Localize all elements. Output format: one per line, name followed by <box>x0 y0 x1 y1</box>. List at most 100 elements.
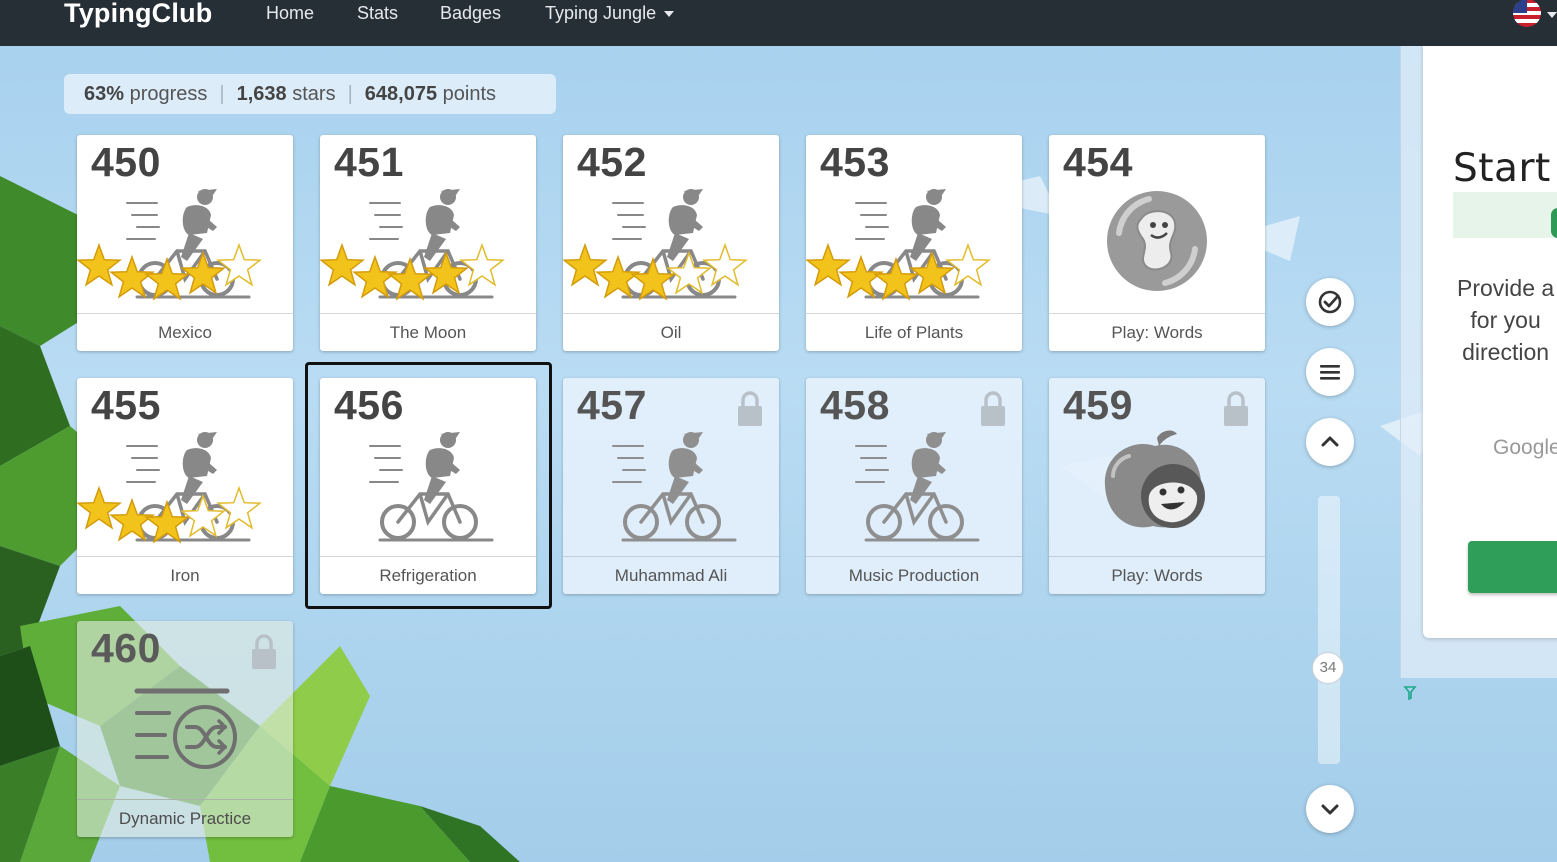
star-filled-icon <box>423 250 469 295</box>
menu-icon <box>1320 365 1340 380</box>
star-empty-icon <box>945 242 991 287</box>
lesson-card-locked[interactable]: 458 Music Production <box>806 378 1022 594</box>
lesson-art <box>320 426 536 556</box>
lesson-card[interactable]: 453 Life of Plants <box>806 135 1022 351</box>
points-value: 648,075 <box>364 83 438 105</box>
menu-button[interactable] <box>1306 348 1354 396</box>
divider: | <box>219 83 225 105</box>
lesson-card-locked[interactable]: 457 Muhammad Ali <box>563 378 779 594</box>
nav-typing-jungle[interactable]: Typing Jungle <box>545 3 675 24</box>
star-empty-icon <box>702 242 748 287</box>
scroll-thumb[interactable]: 34 <box>1312 652 1344 684</box>
lesson-card[interactable]: 451 The Moon <box>320 135 536 351</box>
star-empty-icon <box>216 485 262 530</box>
us-flag-icon[interactable] <box>1513 0 1541 27</box>
nav-badges[interactable]: Badges <box>440 3 501 24</box>
adchoices-icon[interactable] <box>1403 685 1417 701</box>
lesson-art <box>563 183 779 313</box>
progress-label: progress <box>129 83 208 105</box>
scroll-up-button[interactable] <box>1306 418 1354 466</box>
lesson-illustration <box>855 432 980 542</box>
lesson-art <box>320 183 536 313</box>
lesson-number: 456 <box>334 382 404 428</box>
star-empty-icon <box>666 250 712 295</box>
star-filled-icon <box>873 256 919 301</box>
lesson-title: Mexico <box>77 313 293 351</box>
lesson-card[interactable]: 450 Mexico <box>77 135 293 351</box>
lesson-illustration <box>77 242 262 301</box>
lesson-title: The Moon <box>320 313 536 351</box>
lesson-number: 453 <box>820 139 890 185</box>
lesson-art <box>806 183 1022 313</box>
progress-value: 63% <box>84 83 125 105</box>
brand-logo[interactable]: TypingClub <box>64 0 212 29</box>
nav-home[interactable]: Home <box>266 3 314 24</box>
lesson-art <box>806 426 1022 556</box>
stars-value: 1,638 <box>236 83 287 105</box>
lesson-illustration <box>563 242 748 301</box>
google-label: Google <box>1493 436 1557 459</box>
scroll-track[interactable] <box>1318 496 1340 764</box>
star-filled-icon <box>180 250 226 295</box>
chevron-down-icon[interactable] <box>1547 12 1557 18</box>
star-filled-icon <box>563 242 608 287</box>
star-filled-icon <box>387 256 433 301</box>
lesson-illustration <box>369 432 494 542</box>
points-label: points <box>442 83 497 105</box>
chevron-down-icon <box>1321 804 1339 815</box>
lesson-illustration <box>320 242 505 301</box>
nav-stats[interactable]: Stats <box>357 3 398 24</box>
star-empty-icon <box>180 493 226 538</box>
lesson-art <box>1049 426 1265 556</box>
lesson-illustration <box>806 242 991 301</box>
lesson-title: Iron <box>77 556 293 594</box>
lesson-number: 459 <box>1063 382 1133 428</box>
lesson-illustration <box>1104 430 1205 528</box>
lesson-number: 457 <box>577 382 647 428</box>
lesson-card-selected[interactable]: 456 Refrigeration <box>320 378 536 594</box>
lesson-illustration <box>134 688 237 769</box>
lesson-title: Muhammad Ali <box>563 556 779 594</box>
check-circle-icon <box>1318 290 1342 314</box>
lesson-illustration <box>1107 191 1207 291</box>
lesson-card[interactable]: 454 Play: Words <box>1049 135 1265 351</box>
chevron-up-icon <box>1321 436 1339 447</box>
lesson-card[interactable]: 455 Iron <box>77 378 293 594</box>
lesson-illustration <box>612 432 737 542</box>
star-filled-icon <box>806 242 851 287</box>
lesson-number: 455 <box>91 382 161 428</box>
panel-accent <box>1551 208 1557 238</box>
lesson-title: Oil <box>563 313 779 351</box>
lesson-card-locked[interactable]: 460 Dynamic Practice <box>77 621 293 837</box>
lesson-illustration <box>77 485 262 544</box>
panel-line: Provide a <box>1457 275 1555 301</box>
lesson-number: 451 <box>334 139 404 185</box>
nav-typing-jungle-label: Typing Jungle <box>545 3 657 23</box>
ad-panel: Start Provide a for you direction Google <box>1423 46 1557 638</box>
lesson-card[interactable]: 452 Oil <box>563 135 779 351</box>
lesson-number: 450 <box>91 139 161 185</box>
star-filled-icon <box>77 242 122 287</box>
stars-label: stars <box>292 83 336 105</box>
lesson-art <box>77 669 293 799</box>
lesson-title: Refrigeration <box>320 556 536 594</box>
lesson-art <box>77 183 293 313</box>
progress-summary: 63% progress | 1,638 stars | 648,075 points <box>64 74 556 114</box>
lesson-art <box>563 426 779 556</box>
panel-line: direction <box>1462 339 1550 365</box>
scroll-down-button[interactable] <box>1306 785 1354 833</box>
panel-description: Provide a for you direction <box>1457 272 1554 368</box>
lesson-card-locked[interactable]: 459 Play: Words <box>1049 378 1265 594</box>
star-filled-icon <box>77 485 122 530</box>
lesson-title: Life of Plants <box>806 313 1022 351</box>
lesson-title: Dynamic Practice <box>77 799 293 837</box>
lock-icon <box>1224 391 1248 426</box>
lesson-number: 452 <box>577 139 647 185</box>
top-navbar: TypingClub Home Stats Badges Typing Jung… <box>0 0 1557 46</box>
chevron-down-icon <box>664 11 675 18</box>
lesson-art <box>1049 183 1265 313</box>
lock-icon <box>981 391 1005 426</box>
completed-filter-button[interactable] <box>1306 278 1354 326</box>
star-filled-icon <box>144 256 190 301</box>
panel-action-button[interactable] <box>1468 541 1557 593</box>
